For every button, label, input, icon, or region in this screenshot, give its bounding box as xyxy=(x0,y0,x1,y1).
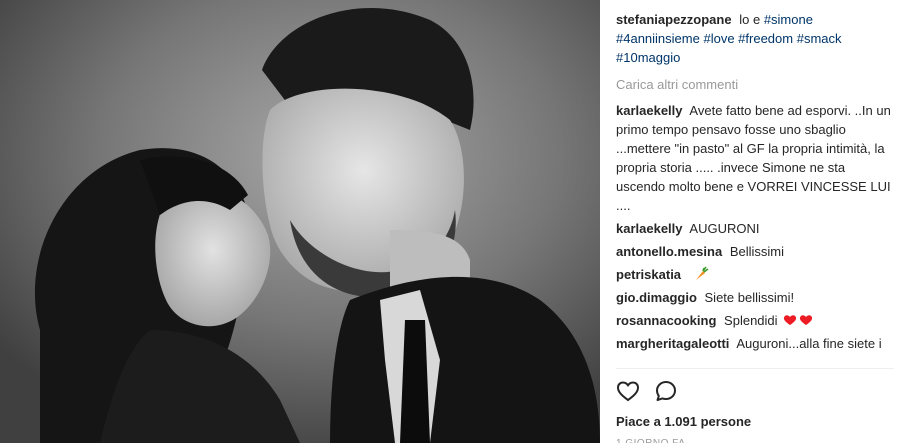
couple-photo-illustration xyxy=(0,0,600,443)
comment-username[interactable]: rosannacooking xyxy=(616,313,716,328)
likes-count[interactable]: Piace a 1.091 persone xyxy=(616,412,894,431)
comment-item: gio.dimaggio Siete bellissimi! xyxy=(616,288,894,307)
caption-text: lo e xyxy=(739,12,761,27)
comment-text: Siete bellissimi! xyxy=(704,290,795,305)
post-date: 1 GIORNO FA xyxy=(616,434,685,443)
hashtag-link[interactable]: #4anniinsieme xyxy=(616,31,700,46)
hashtag-link[interactable]: #simone xyxy=(764,12,813,27)
post-photo[interactable] xyxy=(0,0,600,443)
comment-text: Splendidi xyxy=(724,313,778,328)
comment-username[interactable]: gio.dimaggio xyxy=(616,290,697,305)
red-heart-icon xyxy=(800,315,813,325)
hashtag-link[interactable]: #smack xyxy=(797,31,842,46)
post-caption: stefaniapezzopane lo e #simone #4anniins… xyxy=(616,10,894,67)
speech-bubble-icon[interactable] xyxy=(654,379,678,403)
comment-text: AUGURONI xyxy=(689,221,760,236)
comment-item: karlaekelly AUGURONI xyxy=(616,219,894,238)
comment-username[interactable]: karlaekelly xyxy=(616,103,683,118)
load-more-comments-link[interactable]: Carica altri commenti xyxy=(616,75,894,94)
post-actions: Piace a 1.091 persone 1 GIORNO FA xyxy=(616,368,894,443)
comment-username[interactable]: margheritagaleotti xyxy=(616,336,729,351)
comment-text: Avete fatto bene ad esporvi. ..In un pri… xyxy=(616,103,891,213)
comment-username[interactable]: karlaekelly xyxy=(616,221,683,236)
author-username[interactable]: stefaniapezzopane xyxy=(616,12,732,27)
hashtag-link[interactable]: #freedom xyxy=(738,31,793,46)
post-sidebar: stefaniapezzopane lo e #simone #4anniins… xyxy=(600,0,908,443)
hashtag-link[interactable]: #love xyxy=(703,31,734,46)
comment-item: margheritagaleotti Auguroni...alla fine … xyxy=(616,334,894,351)
comment-item: rosannacooking Splendidi xyxy=(616,311,894,330)
red-heart-icon xyxy=(784,315,797,325)
comment-item: antonello.mesina Bellissimi xyxy=(616,242,894,261)
comment-username[interactable]: petriskatia xyxy=(616,267,681,282)
comment-item: karlaekelly Avete fatto bene ad esporvi.… xyxy=(616,101,894,215)
carrot-emoji-icon xyxy=(695,266,709,280)
heart-outline-icon[interactable] xyxy=(616,379,640,403)
comment-username[interactable]: antonello.mesina xyxy=(616,244,722,259)
comment-item: petriskatia xyxy=(616,265,894,284)
hashtag-link[interactable]: #10maggio xyxy=(616,50,680,65)
comments-list[interactable]: karlaekelly Avete fatto bene ad esporvi.… xyxy=(616,101,894,351)
instagram-post: stefaniapezzopane lo e #simone #4anniins… xyxy=(0,0,908,443)
action-icons-row xyxy=(616,379,894,403)
comment-text: Bellissimi xyxy=(729,244,784,259)
